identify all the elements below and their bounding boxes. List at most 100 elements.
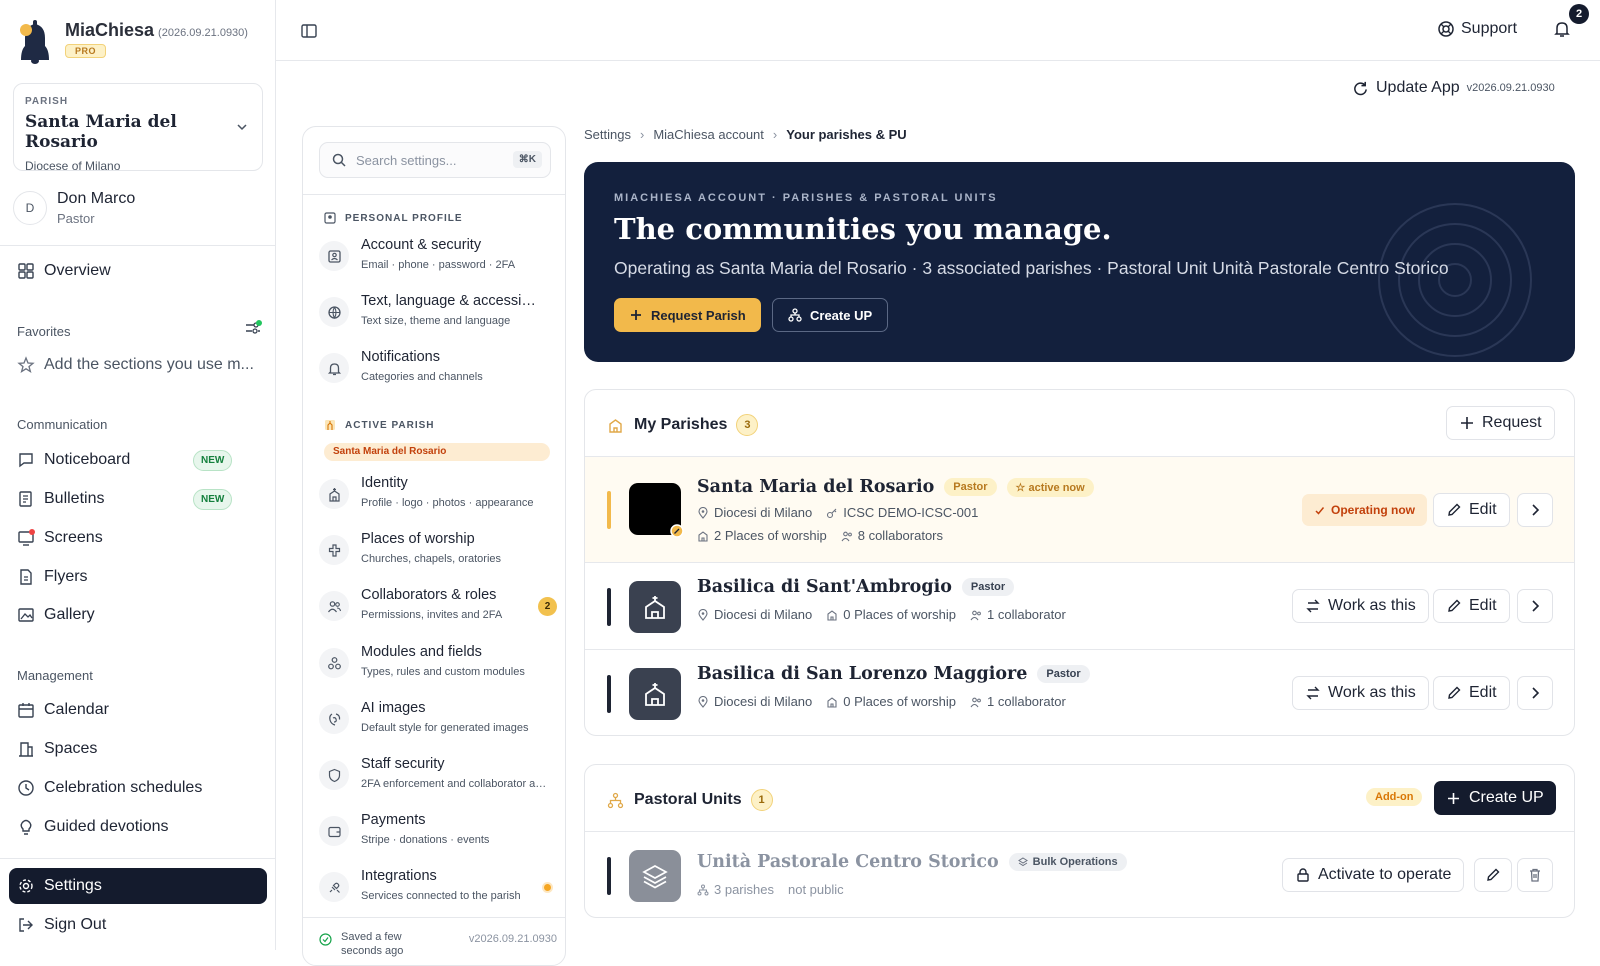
unit-logo: [629, 850, 681, 902]
item-title: Notifications: [361, 349, 440, 365]
request-parish-button[interactable]: Request Parish: [614, 298, 761, 332]
settings-item-payments[interactable]: Payments Stripe · donations · events: [319, 810, 559, 854]
card-title: Pastoral Units: [634, 791, 742, 808]
edit-button[interactable]: Edit: [1433, 676, 1510, 710]
settings-item-modules[interactable]: Modules and fields Types, rules and cust…: [319, 642, 559, 686]
nav-settings[interactable]: Settings: [9, 868, 267, 904]
nav-calendar[interactable]: Calendar: [17, 698, 109, 722]
parish-row[interactable]: Basilica di San Lorenzo Maggiore Pastor …: [585, 650, 1574, 735]
key-icon: [827, 508, 837, 518]
update-app-button[interactable]: Update App v2026.09.21.0930: [1352, 79, 1555, 97]
manage-favorites-icon[interactable]: [244, 320, 262, 338]
edit-unit-button[interactable]: [1474, 858, 1512, 892]
check-icon: [1315, 506, 1325, 515]
parish-row[interactable]: Basilica di Sant'Ambrogio Pastor Diocesi…: [585, 563, 1574, 650]
nav-label: Calendar: [44, 701, 109, 718]
settings-item-collaborators[interactable]: Collaborators & roles Permissions, invit…: [319, 585, 559, 629]
open-button[interactable]: [1517, 493, 1553, 527]
settings-item-staff-security[interactable]: Staff security 2FA enforcement and colla…: [319, 754, 559, 798]
nav-flyers[interactable]: Flyers: [17, 565, 88, 589]
edit-button[interactable]: Edit: [1433, 589, 1510, 623]
work-as-this-button[interactable]: Work as this: [1292, 676, 1429, 710]
open-button[interactable]: [1517, 676, 1553, 710]
activate-to-operate-button[interactable]: Activate to operate: [1282, 858, 1465, 892]
collab-text: 1 collaborator: [987, 607, 1066, 622]
brand[interactable]: MiaChiesa (2026.09.21.0930) PRO: [17, 20, 248, 64]
settings-item-identity[interactable]: Identity Profile · logo · photos · appea…: [319, 473, 559, 517]
user-profile[interactable]: D Don Marco Pastor: [13, 190, 135, 226]
request-button[interactable]: Request: [1446, 406, 1555, 440]
parish-name-text: Santa Maria del Rosario: [697, 477, 935, 497]
item-subtitle: Services connected to the parish: [361, 890, 521, 902]
lifebuoy-icon: [1438, 21, 1454, 37]
support-button[interactable]: Support: [1437, 20, 1517, 38]
button-label: Work as this: [1328, 684, 1416, 701]
parish-name-text: Basilica di Sant'Ambrogio: [697, 577, 952, 597]
pencil-icon: [1448, 599, 1461, 612]
nav-spaces[interactable]: Spaces: [17, 737, 97, 761]
nav-noticeboard[interactable]: Noticeboard: [17, 448, 130, 472]
users-icon: [327, 600, 341, 612]
chevron-right-icon: ›: [639, 127, 645, 142]
parish-name: Basilica di San Lorenzo Maggiore Pastor: [697, 664, 1090, 684]
nav-label: Overview: [44, 262, 111, 279]
places-text: 2 Places of worship: [714, 528, 827, 543]
nav-label: Noticeboard: [44, 451, 131, 468]
bulk-operations-badge: Bulk Operations: [1008, 853, 1127, 871]
notifications-button[interactable]: 2: [1553, 4, 1589, 38]
breadcrumb-account[interactable]: MiaChiesa account: [653, 127, 764, 142]
nav-sign-out[interactable]: Sign Out: [17, 913, 106, 937]
user-role: Pastor: [57, 211, 95, 226]
nav-bulletins[interactable]: Bulletins: [17, 487, 104, 511]
nav-gallery[interactable]: Gallery: [17, 603, 95, 627]
settings-item-text-language[interactable]: Text, language & accessibility Text size…: [319, 291, 559, 335]
search-placeholder: Search settings...: [356, 152, 457, 168]
settings-search[interactable]: Search settings... ⌘K: [319, 142, 551, 178]
breadcrumb-current: Your parishes & PU: [786, 127, 907, 142]
church-icon: [645, 596, 665, 619]
nav-label: Celebration schedules: [44, 779, 203, 796]
parish-meta: Diocesi di Milano 0 Places of worship 1 …: [697, 694, 1080, 709]
settings-item-notifications[interactable]: Notifications Categories and channels: [319, 347, 559, 391]
nav-celebration-schedules[interactable]: Celebration schedules: [17, 776, 202, 800]
card-header: My Parishes 3 Request: [585, 390, 1574, 457]
item-title: Text, language & accessibility: [361, 293, 543, 309]
breadcrumb: Settings › MiaChiesa account › Your pari…: [584, 127, 907, 142]
nav-screens[interactable]: Screens: [17, 526, 103, 550]
parish-row[interactable]: Santa Maria del Rosario Pastor ☆ active …: [585, 457, 1574, 563]
item-title: Identity: [361, 475, 408, 491]
settings-item-places-of-worship[interactable]: Places of worship Churches, chapels, ora…: [319, 529, 559, 573]
parish-logo: [629, 483, 684, 538]
item-subtitle: Email · phone · password · 2FA: [361, 259, 516, 271]
edit-button[interactable]: Edit: [1433, 493, 1510, 527]
delete-unit-button[interactable]: [1517, 858, 1553, 892]
hero-kicker: MIACHIESA ACCOUNT · PARISHES & PASTORAL …: [614, 192, 998, 204]
nav-guided-devotions[interactable]: Guided devotions: [17, 815, 169, 839]
sidebar-toggle-icon[interactable]: [300, 22, 318, 40]
settings-item-integrations[interactable]: Integrations Services connected to the p…: [319, 866, 559, 910]
pastoral-unit-row[interactable]: Unità Pastorale Centro Storico Bulk Oper…: [585, 832, 1574, 917]
communication-heading: Communication: [17, 417, 108, 432]
parish-switcher[interactable]: PARISH Santa Maria del Rosario Diocese o…: [13, 83, 263, 173]
users-icon: [970, 697, 981, 707]
message-icon: [19, 453, 33, 468]
parish-meta: Diocesi di Milano 0 Places of worship 1 …: [697, 607, 1080, 622]
work-as-this-button[interactable]: Work as this: [1292, 589, 1429, 623]
breadcrumb-settings[interactable]: Settings: [584, 127, 631, 142]
chevron-right-icon: [1532, 600, 1540, 612]
switch-icon: [1306, 686, 1320, 700]
nav-label: Screens: [44, 529, 103, 546]
create-up-button[interactable]: Create UP: [772, 298, 889, 332]
role-badge: Pastor: [1037, 665, 1090, 683]
parish-meta: 2 Places of worship 8 collaborators: [697, 528, 957, 543]
nav-overview[interactable]: Overview: [17, 259, 111, 283]
open-button[interactable]: [1517, 589, 1553, 623]
settings-item-account-security[interactable]: Account & security Email · phone · passw…: [319, 235, 559, 279]
item-subtitle: Text size, theme and language: [361, 315, 511, 327]
settings-item-ai-images[interactable]: AI images Default style for generated im…: [319, 698, 559, 742]
refresh-icon: [1354, 81, 1367, 95]
building-icon: [827, 696, 837, 708]
create-up-button[interactable]: Create UP: [1434, 781, 1556, 815]
active-parish-chip: Santa Maria del Rosario: [324, 443, 550, 461]
favorites-hint[interactable]: Add the sections you use m...: [17, 353, 254, 377]
